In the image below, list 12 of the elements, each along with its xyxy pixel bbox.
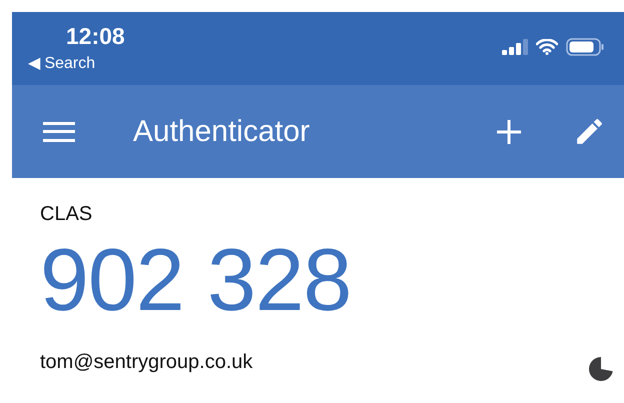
countdown-icon xyxy=(588,356,614,382)
clock: 12:08 xyxy=(65,22,125,50)
wifi-icon xyxy=(536,39,558,55)
menu-icon[interactable] xyxy=(43,120,75,144)
add-icon[interactable] xyxy=(497,120,521,144)
app-title: Authenticator xyxy=(133,114,311,150)
battery-icon xyxy=(566,38,604,56)
issuer-name: CLAS xyxy=(40,202,94,226)
signal-icon xyxy=(502,39,528,55)
account-email: tom@sentrygroup.co.uk xyxy=(40,350,253,374)
one-time-code: 902 328 xyxy=(40,232,352,328)
back-link[interactable]: ◀ Search xyxy=(28,54,125,74)
